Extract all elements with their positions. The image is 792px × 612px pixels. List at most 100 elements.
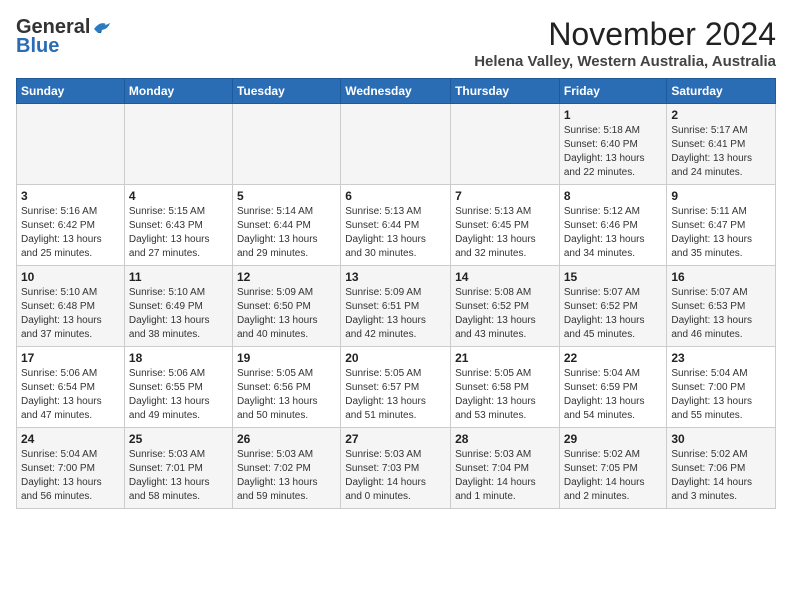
calendar-cell: 9 Sunrise: 5:11 AM Sunset: 6:47 PM Daylig… xyxy=(667,185,776,266)
calendar-cell: 25 Sunrise: 5:03 AM Sunset: 7:01 PM Dayli… xyxy=(124,428,232,509)
day-info: Sunrise: 5:02 AM Sunset: 7:05 PM Dayligh… xyxy=(564,448,663,504)
calendar-cell: 13 Sunrise: 5:09 AM Sunset: 6:51 PM Dayli… xyxy=(341,266,451,347)
weekday-header-row: SundayMondayTuesdayWednesdayThursdayFrid… xyxy=(17,79,776,104)
calendar-cell: 26 Sunrise: 5:03 AM Sunset: 7:02 PM Dayli… xyxy=(232,428,340,509)
calendar-cell: 30 Sunrise: 5:02 AM Sunset: 7:06 PM Dayli… xyxy=(667,428,776,509)
day-number: 11 xyxy=(129,270,228,284)
calendar-cell: 14Sunrise: 5:08 AM Sunset: 6:52 PM Dayli… xyxy=(451,266,560,347)
calendar-cell xyxy=(232,104,340,185)
day-number: 26 xyxy=(237,432,336,446)
day-number: 27 xyxy=(345,432,446,446)
day-number: 25 xyxy=(129,432,228,446)
calendar-cell: 7Sunrise: 5:13 AM Sunset: 6:45 PM Daylig… xyxy=(451,185,560,266)
calendar-cell: 28 Sunrise: 5:03 AM Sunset: 7:04 PM Dayli… xyxy=(451,428,560,509)
calendar-cell: 12Sunrise: 5:09 AM Sunset: 6:50 PM Dayli… xyxy=(232,266,340,347)
day-info: Sunrise: 5:03 AM Sunset: 7:03 PM Dayligh… xyxy=(345,448,446,504)
weekday-header-sunday: Sunday xyxy=(17,79,125,104)
logo: General Blue xyxy=(16,16,114,58)
weekday-header-friday: Friday xyxy=(559,79,667,104)
calendar-cell: 20Sunrise: 5:05 AM Sunset: 6:57 PM Dayli… xyxy=(341,347,451,428)
calendar-cell: 16 Sunrise: 5:07 AM Sunset: 6:53 PM Dayli… xyxy=(667,266,776,347)
calendar-cell: 24Sunrise: 5:04 AM Sunset: 7:00 PM Dayli… xyxy=(17,428,125,509)
calendar-week-row: 17Sunrise: 5:06 AM Sunset: 6:54 PM Dayli… xyxy=(17,347,776,428)
day-number: 17 xyxy=(21,351,120,365)
day-number: 2 xyxy=(671,108,771,122)
day-number: 21 xyxy=(455,351,555,365)
calendar-cell: 19 Sunrise: 5:05 AM Sunset: 6:56 PM Dayli… xyxy=(232,347,340,428)
day-number: 30 xyxy=(671,432,771,446)
day-number: 3 xyxy=(21,189,120,203)
day-number: 22 xyxy=(564,351,663,365)
location-title: Helena Valley, Western Australia, Austra… xyxy=(474,53,776,70)
day-number: 12 xyxy=(237,270,336,284)
day-info: Sunrise: 5:07 AM Sunset: 6:53 PM Dayligh… xyxy=(671,286,771,342)
calendar-cell: 1 Sunrise: 5:18 AM Sunset: 6:40 PM Daylig… xyxy=(559,104,667,185)
weekday-header-monday: Monday xyxy=(124,79,232,104)
day-number: 18 xyxy=(129,351,228,365)
calendar-cell: 27 Sunrise: 5:03 AM Sunset: 7:03 PM Dayli… xyxy=(341,428,451,509)
calendar-cell: 15 Sunrise: 5:07 AM Sunset: 6:52 PM Dayli… xyxy=(559,266,667,347)
calendar-cell: 2Sunrise: 5:17 AM Sunset: 6:41 PM Daylig… xyxy=(667,104,776,185)
day-number: 9 xyxy=(671,189,771,203)
day-info: Sunrise: 5:05 AM Sunset: 6:57 PM Dayligh… xyxy=(345,367,446,423)
calendar-week-row: 24Sunrise: 5:04 AM Sunset: 7:00 PM Dayli… xyxy=(17,428,776,509)
calendar-cell xyxy=(451,104,560,185)
calendar-cell: 4Sunrise: 5:15 AM Sunset: 6:43 PM Daylig… xyxy=(124,185,232,266)
day-number: 16 xyxy=(671,270,771,284)
day-number: 15 xyxy=(564,270,663,284)
day-info: Sunrise: 5:06 AM Sunset: 6:55 PM Dayligh… xyxy=(129,367,228,423)
day-info: Sunrise: 5:10 AM Sunset: 6:48 PM Dayligh… xyxy=(21,286,120,342)
weekday-header-thursday: Thursday xyxy=(451,79,560,104)
logo-bird-icon xyxy=(92,19,114,37)
day-info: Sunrise: 5:05 AM Sunset: 6:56 PM Dayligh… xyxy=(237,367,336,423)
calendar-cell: 11 Sunrise: 5:10 AM Sunset: 6:49 PM Dayli… xyxy=(124,266,232,347)
day-info: Sunrise: 5:03 AM Sunset: 7:04 PM Dayligh… xyxy=(455,448,555,504)
day-number: 29 xyxy=(564,432,663,446)
day-number: 7 xyxy=(455,189,555,203)
title-area: November 2024 Helena Valley, Western Aus… xyxy=(474,16,776,70)
day-info: Sunrise: 5:09 AM Sunset: 6:51 PM Dayligh… xyxy=(345,286,446,342)
calendar-cell: 3 Sunrise: 5:16 AM Sunset: 6:42 PM Daylig… xyxy=(17,185,125,266)
day-info: Sunrise: 5:04 AM Sunset: 7:00 PM Dayligh… xyxy=(671,367,771,423)
calendar-cell xyxy=(341,104,451,185)
day-number: 6 xyxy=(345,189,446,203)
day-number: 23 xyxy=(671,351,771,365)
calendar-cell: 22 Sunrise: 5:04 AM Sunset: 6:59 PM Dayli… xyxy=(559,347,667,428)
day-info: Sunrise: 5:03 AM Sunset: 7:01 PM Dayligh… xyxy=(129,448,228,504)
day-number: 14 xyxy=(455,270,555,284)
weekday-header-saturday: Saturday xyxy=(667,79,776,104)
day-number: 19 xyxy=(237,351,336,365)
day-info: Sunrise: 5:02 AM Sunset: 7:06 PM Dayligh… xyxy=(671,448,771,504)
day-info: Sunrise: 5:10 AM Sunset: 6:49 PM Dayligh… xyxy=(129,286,228,342)
day-info: Sunrise: 5:05 AM Sunset: 6:58 PM Dayligh… xyxy=(455,367,555,423)
calendar-cell: 18 Sunrise: 5:06 AM Sunset: 6:55 PM Dayli… xyxy=(124,347,232,428)
calendar-cell: 8Sunrise: 5:12 AM Sunset: 6:46 PM Daylig… xyxy=(559,185,667,266)
day-info: Sunrise: 5:03 AM Sunset: 7:02 PM Dayligh… xyxy=(237,448,336,504)
day-info: Sunrise: 5:18 AM Sunset: 6:40 PM Dayligh… xyxy=(564,124,663,180)
header: General Blue November 2024 Helena Valley… xyxy=(16,16,776,70)
weekday-header-wednesday: Wednesday xyxy=(341,79,451,104)
calendar-cell xyxy=(124,104,232,185)
day-number: 24 xyxy=(21,432,120,446)
calendar-cell: 5Sunrise: 5:14 AM Sunset: 6:44 PM Daylig… xyxy=(232,185,340,266)
day-info: Sunrise: 5:12 AM Sunset: 6:46 PM Dayligh… xyxy=(564,205,663,261)
day-number: 1 xyxy=(564,108,663,122)
day-number: 28 xyxy=(455,432,555,446)
calendar-cell xyxy=(17,104,125,185)
calendar-week-row: 3 Sunrise: 5:16 AM Sunset: 6:42 PM Daylig… xyxy=(17,185,776,266)
day-info: Sunrise: 5:07 AM Sunset: 6:52 PM Dayligh… xyxy=(564,286,663,342)
calendar-cell: 6 Sunrise: 5:13 AM Sunset: 6:44 PM Daylig… xyxy=(341,185,451,266)
calendar-week-row: 10 Sunrise: 5:10 AM Sunset: 6:48 PM Dayli… xyxy=(17,266,776,347)
calendar-cell: 17Sunrise: 5:06 AM Sunset: 6:54 PM Dayli… xyxy=(17,347,125,428)
day-number: 5 xyxy=(237,189,336,203)
calendar-cell: 29 Sunrise: 5:02 AM Sunset: 7:05 PM Dayli… xyxy=(559,428,667,509)
day-info: Sunrise: 5:13 AM Sunset: 6:44 PM Dayligh… xyxy=(345,205,446,261)
day-number: 10 xyxy=(21,270,120,284)
calendar-cell: 23 Sunrise: 5:04 AM Sunset: 7:00 PM Dayli… xyxy=(667,347,776,428)
day-info: Sunrise: 5:16 AM Sunset: 6:42 PM Dayligh… xyxy=(21,205,120,261)
calendar-week-row: 1 Sunrise: 5:18 AM Sunset: 6:40 PM Daylig… xyxy=(17,104,776,185)
day-info: Sunrise: 5:04 AM Sunset: 6:59 PM Dayligh… xyxy=(564,367,663,423)
weekday-header-tuesday: Tuesday xyxy=(232,79,340,104)
day-number: 13 xyxy=(345,270,446,284)
day-info: Sunrise: 5:11 AM Sunset: 6:47 PM Dayligh… xyxy=(671,205,771,261)
